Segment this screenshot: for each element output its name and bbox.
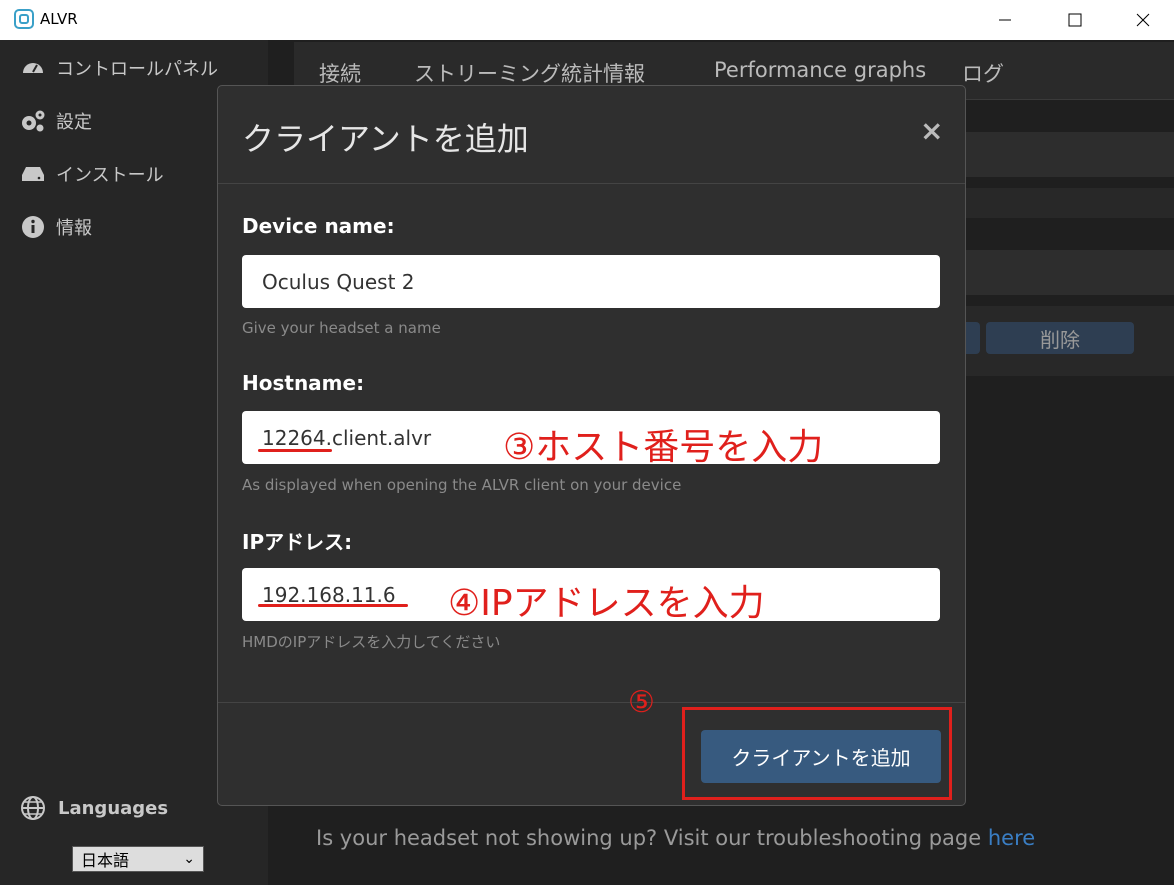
minimize-icon <box>999 19 1011 21</box>
sidebar-item-control-panel[interactable]: コントロールパネル <box>20 55 218 81</box>
alvr-logo-icon <box>14 9 34 29</box>
gauge-icon <box>23 63 43 73</box>
modal-footer-divider <box>218 702 965 703</box>
client-card-header <box>966 132 1174 177</box>
configure-button[interactable] <box>966 322 980 354</box>
maximize-icon <box>1068 13 1082 27</box>
sidebar-item-info[interactable]: 情報 <box>20 214 92 240</box>
modal-close-button[interactable]: × <box>920 114 943 147</box>
close-icon <box>1136 13 1150 27</box>
gears-icon <box>22 110 45 132</box>
sidebar-item-label: 情報 <box>56 218 92 239</box>
annotation-step4: ④IPアドレスを入力 <box>448 583 765 624</box>
hostname-label: Hostname: <box>242 371 365 395</box>
language-selected: 日本語 <box>81 851 130 870</box>
sidebar-item-label: 設定 <box>56 112 92 133</box>
device-name-label: Device name: <box>242 214 395 238</box>
maximize-button[interactable] <box>1050 0 1100 40</box>
tab-connection[interactable]: 接続 <box>319 58 361 88</box>
languages-label: Languages <box>20 795 168 821</box>
device-name-input[interactable]: Oculus Quest 2 <box>242 255 940 308</box>
sidebar-item-settings[interactable]: 設定 <box>20 108 92 134</box>
tab-log[interactable]: ログ <box>962 58 1004 88</box>
window-close-button[interactable] <box>1118 0 1168 40</box>
annotation-underline-ip <box>258 604 408 607</box>
annotation-step5: ⑤ <box>628 685 655 720</box>
sidebar-item-label: コントロールパネル <box>56 59 218 80</box>
device-name-help: Give your headset a name <box>242 319 441 337</box>
info-icon <box>22 216 44 238</box>
annotation-step3: ③ホスト番号を入力 <box>503 427 824 468</box>
modal-title: クライアントを追加 <box>242 120 529 158</box>
sidebar-item-label: インストール <box>56 165 164 186</box>
title-bar: ALVR <box>0 0 1174 40</box>
ip-address-label: IPアドレス: <box>242 530 353 554</box>
languages-text: Languages <box>58 797 169 819</box>
window-title: ALVR <box>40 10 78 28</box>
troubleshoot-message: Is your headset not showing up? Visit ou… <box>316 826 988 850</box>
language-select[interactable]: 日本語 ⌄ <box>72 846 204 872</box>
troubleshoot-link[interactable]: here <box>988 826 1035 850</box>
delete-button[interactable]: 削除 <box>986 322 1134 354</box>
troubleshoot-text: Is your headset not showing up? Visit ou… <box>316 826 1035 850</box>
ip-address-help: HMDのIPアドレスを入力してください <box>242 633 501 651</box>
modal-header: クライアントを追加 × <box>218 86 965 184</box>
tab-performance-graphs[interactable]: Performance graphs <box>714 58 926 82</box>
sidebar-item-install[interactable]: インストール <box>20 161 164 187</box>
annotation-highlight-box <box>682 707 952 800</box>
client-card-header-2 <box>966 250 1174 295</box>
client-card-body <box>966 188 1174 218</box>
annotation-underline-hostname <box>258 449 332 452</box>
minimize-button[interactable] <box>980 0 1030 40</box>
hdd-icon <box>22 167 44 181</box>
hostname-help: As displayed when opening the ALVR clien… <box>242 476 682 494</box>
chevron-down-icon: ⌄ <box>183 851 195 867</box>
tab-streaming-stats[interactable]: ストリーミング統計情報 <box>414 58 645 88</box>
globe-icon <box>21 796 45 820</box>
